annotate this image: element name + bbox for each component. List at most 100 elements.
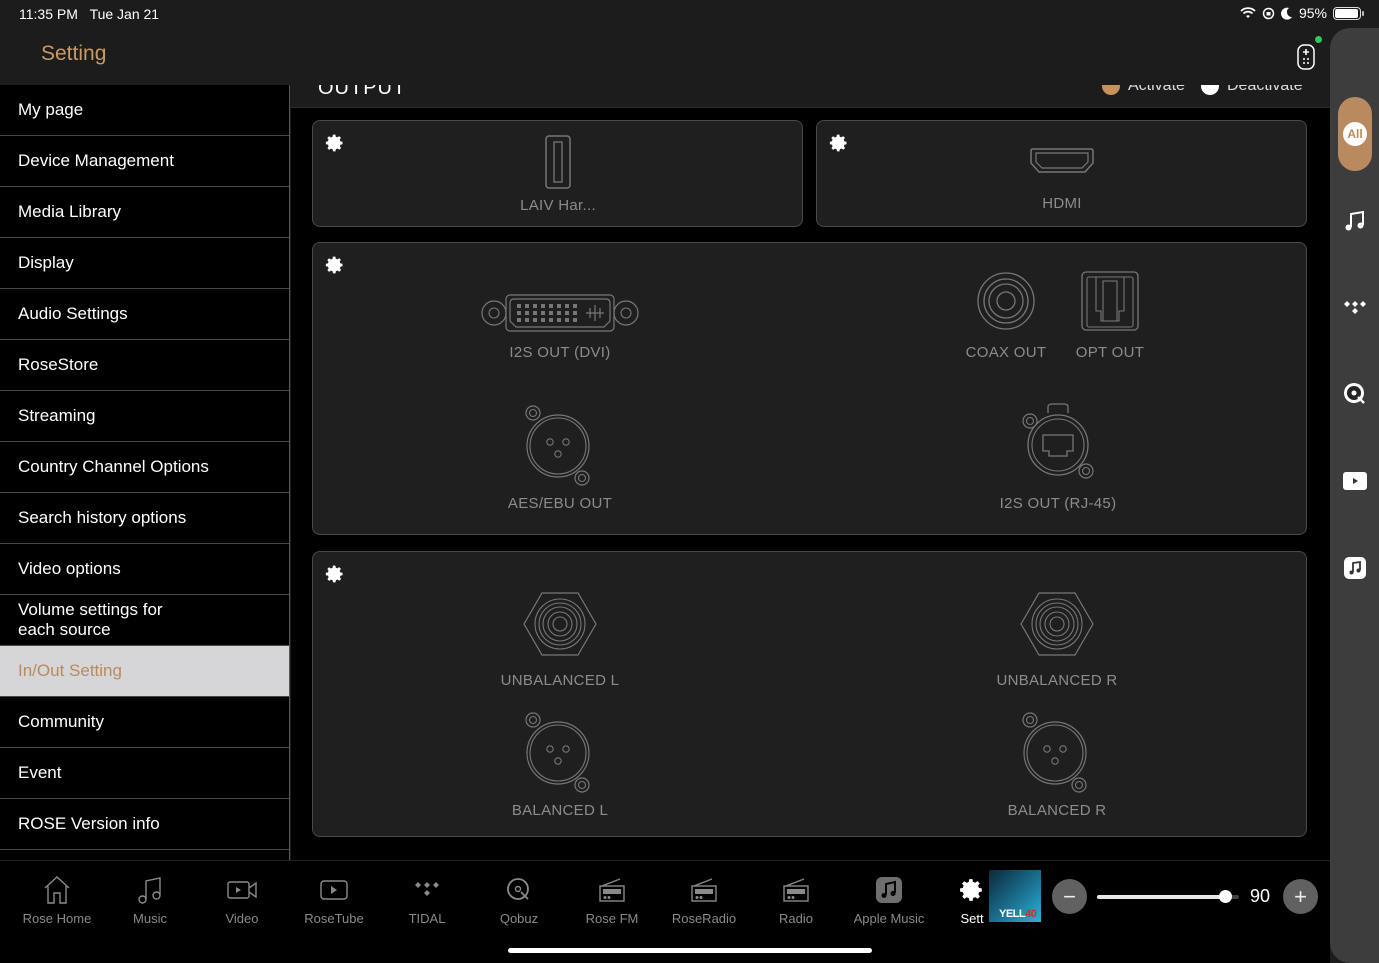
port-coax[interactable]: COAX OUT xyxy=(956,271,1056,361)
tab-music[interactable]: Music xyxy=(104,873,196,926)
battery-percent: 95% xyxy=(1298,5,1327,21)
volume-slider[interactable] xyxy=(1097,890,1239,903)
filter-youtube-button[interactable] xyxy=(1342,468,1368,494)
gear-icon xyxy=(959,873,985,907)
status-indicators: 95% xyxy=(1240,5,1364,21)
sidebar-item[interactable]: Event xyxy=(0,748,289,799)
section-title: OUTPUT xyxy=(318,85,407,99)
filter-tidal-button[interactable] xyxy=(1342,295,1368,321)
legend-activate-label: Activate xyxy=(1128,85,1185,94)
gear-icon[interactable] xyxy=(829,133,849,153)
rj45-port-icon xyxy=(1022,403,1094,479)
output-card-hdmi: HDMI xyxy=(816,120,1307,227)
sidebar-item[interactable]: Community xyxy=(0,697,289,748)
tab-radio[interactable]: Radio xyxy=(750,873,842,926)
port-label: UNBALANCED R xyxy=(996,672,1118,689)
port-balanced-r[interactable]: BALANCED R xyxy=(957,712,1157,819)
radio-icon xyxy=(598,873,626,907)
sidebar-item-label: Media Library xyxy=(18,202,121,221)
source-filter-rail: All xyxy=(1330,28,1379,963)
sidebar-item[interactable]: Volume settings for each source xyxy=(0,595,289,646)
volume-slider-thumb[interactable] xyxy=(1218,890,1232,903)
port-i2s-rj45[interactable]: I2S OUT (RJ-45) xyxy=(958,403,1158,512)
apple-music-icon xyxy=(875,873,903,907)
filter-qobuz-button[interactable] xyxy=(1342,381,1368,407)
rca-port-icon xyxy=(1020,592,1094,656)
usb-port-icon xyxy=(545,135,571,189)
tab-label: RoseRadio xyxy=(671,911,737,926)
sidebar-item[interactable]: Streaming xyxy=(0,391,289,442)
tab-label: Video xyxy=(225,911,259,926)
tidal-icon xyxy=(1344,301,1366,314)
filter-apple-music-button[interactable] xyxy=(1342,555,1368,581)
port-aes-ebu[interactable]: AES/EBU OUT xyxy=(460,405,660,512)
sidebar-item[interactable]: ROSE Version info xyxy=(0,799,289,850)
sidebar-item-label: In/Out Setting xyxy=(18,661,122,680)
radio-icon xyxy=(782,873,810,907)
tab-apple-music[interactable]: Apple Music xyxy=(843,873,935,926)
volume-down-button[interactable]: − xyxy=(1052,879,1087,914)
gear-icon[interactable] xyxy=(325,255,345,275)
sidebar-item[interactable]: In/Out Setting xyxy=(0,646,289,697)
orientation-lock-icon xyxy=(1262,7,1275,19)
port-unbalanced-r[interactable]: UNBALANCED R xyxy=(957,592,1157,689)
sidebar-item[interactable]: Video options xyxy=(0,544,289,595)
sidebar-item-label: Video options xyxy=(18,559,121,578)
port-label: BALANCED R xyxy=(1007,802,1107,819)
sidebar-item[interactable]: Country Channel Options xyxy=(0,442,289,493)
sidebar-item[interactable]: Media Library xyxy=(0,187,289,238)
tab-roseradio[interactable]: RoseRadio xyxy=(658,873,750,926)
status-time: 11:35 PM Tue Jan 21 xyxy=(19,6,159,22)
tab-label: Sett xyxy=(960,911,984,926)
filter-all-button[interactable]: All xyxy=(1338,97,1372,171)
tab-rosetube[interactable]: RoseTube xyxy=(288,873,380,926)
sidebar-item-label: Community xyxy=(18,712,104,731)
home-indicator[interactable] xyxy=(508,948,872,953)
qobuz-icon xyxy=(505,873,533,907)
sidebar-item-label: ROSE Version info xyxy=(18,814,160,833)
tab-label: Apple Music xyxy=(853,911,925,926)
gear-icon[interactable] xyxy=(325,133,345,153)
tab-rose-home[interactable]: Rose Home xyxy=(11,873,103,926)
port-unbalanced-l[interactable]: UNBALANCED L xyxy=(460,592,660,689)
sidebar-item[interactable]: Display xyxy=(0,238,289,289)
sidebar-item[interactable]: My page xyxy=(0,85,289,136)
sidebar-item[interactable]: Search history options xyxy=(0,493,289,544)
tab-rose-fm[interactable]: Rose FM xyxy=(566,873,658,926)
now-playing-album-art[interactable]: YELL40 xyxy=(989,870,1041,922)
tab-tidal[interactable]: TIDAL xyxy=(381,873,473,926)
connection-indicator xyxy=(1315,36,1322,43)
port-label: OPT OUT xyxy=(1075,344,1145,361)
remote-control-icon[interactable] xyxy=(1296,44,1316,70)
sidebar-item-label: Country Channel Options xyxy=(18,457,209,476)
xlr-port-icon xyxy=(525,712,590,793)
sidebar-item[interactable]: RoseStore xyxy=(0,340,289,391)
moon-icon xyxy=(1280,7,1292,20)
port-i2s-dvi[interactable]: I2S OUT (DVI) xyxy=(460,293,660,361)
activate-dot xyxy=(1102,85,1120,95)
port-balanced-l[interactable]: BALANCED L xyxy=(460,712,660,819)
port-hdmi[interactable]: HDMI xyxy=(1012,147,1112,212)
port-label: COAX OUT xyxy=(965,344,1047,361)
qobuz-icon xyxy=(1344,383,1365,404)
filter-music-button[interactable] xyxy=(1342,208,1368,234)
video-camera-icon xyxy=(227,873,257,907)
tab-video[interactable]: Video xyxy=(196,873,288,926)
music-note-icon xyxy=(1345,210,1364,231)
volume-up-button[interactable]: + xyxy=(1283,879,1318,914)
play-box-icon xyxy=(320,873,348,907)
gear-icon[interactable] xyxy=(325,564,345,584)
xlr-port-icon xyxy=(525,405,590,486)
sidebar-item[interactable]: Device Management xyxy=(0,136,289,187)
sidebar-item[interactable]: Audio Settings xyxy=(0,289,289,340)
output-section-header: OUTPUT Activate Deactivate xyxy=(291,85,1330,108)
tab-qobuz[interactable]: Qobuz xyxy=(473,873,565,926)
port-optical[interactable]: OPT OUT xyxy=(1060,271,1160,361)
settings-sidebar: My page Device Management Media Library Dis… xyxy=(0,85,290,860)
port-usb[interactable]: LAIV Har... xyxy=(508,135,608,214)
tab-label: RoseTube xyxy=(304,911,364,926)
sidebar-item-label: Display xyxy=(18,253,74,272)
tab-label: TIDAL xyxy=(408,911,446,926)
album-text-accent: 40 xyxy=(1025,908,1037,920)
volume-value: 90 xyxy=(1250,886,1271,906)
